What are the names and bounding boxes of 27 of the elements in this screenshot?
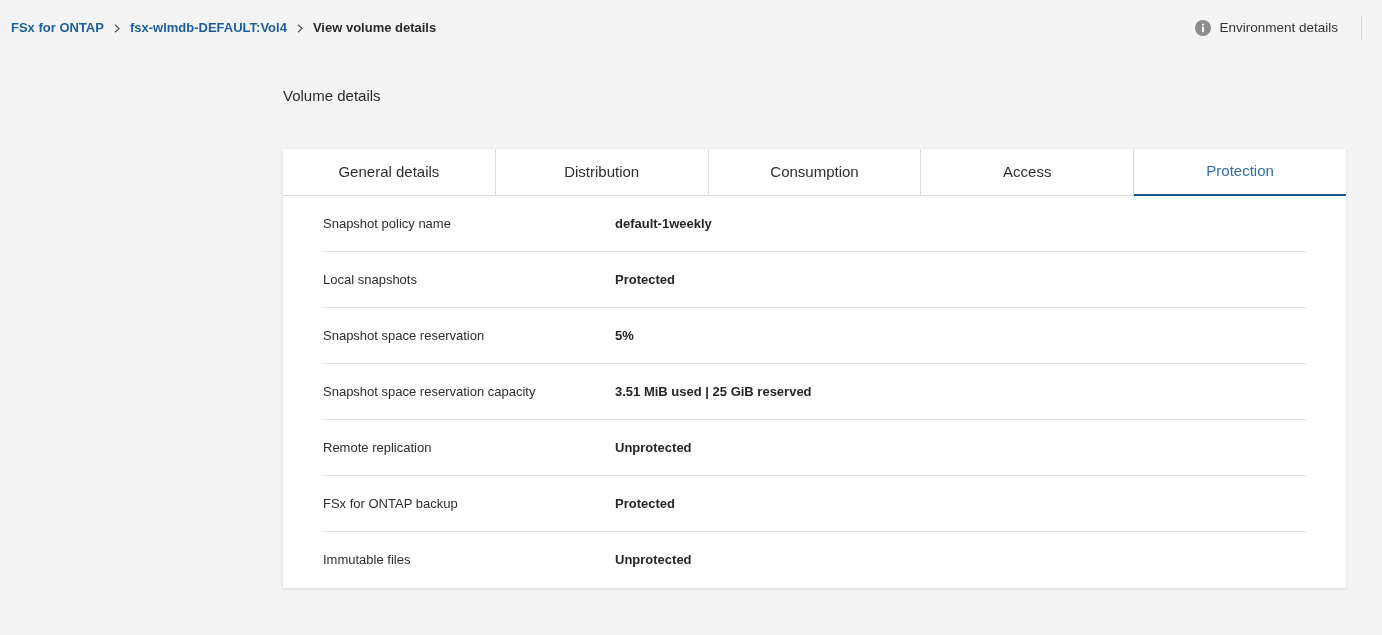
detail-value: default-1weekly <box>615 214 712 233</box>
detail-label: FSx for ONTAP backup <box>323 494 459 513</box>
page-title: Volume details <box>283 86 382 106</box>
detail-label: Snapshot space reservation <box>323 326 486 345</box>
breadcrumb-current: View volume details <box>312 19 437 38</box>
detail-label: Snapshot policy name <box>323 214 452 233</box>
detail-value: 3.51 MiB used | 25 GiB reserved <box>615 382 812 401</box>
detail-value: Protected <box>615 270 675 289</box>
chevron-right-icon <box>113 23 120 33</box>
tab[interactable]: Access <box>921 149 1135 196</box>
breadcrumb-link[interactable]: fsx-wlmdb-DEFAULT:Vol4 <box>129 18 287 38</box>
detail-value: Unprotected <box>615 438 692 457</box>
environment-details-button[interactable]: Environment details <box>1195 17 1338 39</box>
tab[interactable]: Distribution <box>495 149 709 196</box>
detail-value: Protected <box>615 494 675 513</box>
detail-value: 5% <box>615 326 634 345</box>
detail-label: Snapshot space reservation capacity <box>323 382 537 401</box>
detail-label: Local snapshots <box>323 270 418 289</box>
detail-value: Unprotected <box>615 551 692 570</box>
tab[interactable]: General details <box>283 149 496 196</box>
tab[interactable]: Consumption <box>708 149 922 196</box>
detail-label: Remote replication <box>323 438 433 457</box>
detail-label: Immutable files <box>323 551 412 570</box>
breadcrumb-link[interactable]: FSx for ONTAP <box>11 18 104 38</box>
chevron-right-icon <box>296 23 303 33</box>
tab[interactable]: Protection <box>1134 149 1346 196</box>
info-icon <box>1195 20 1212 36</box>
